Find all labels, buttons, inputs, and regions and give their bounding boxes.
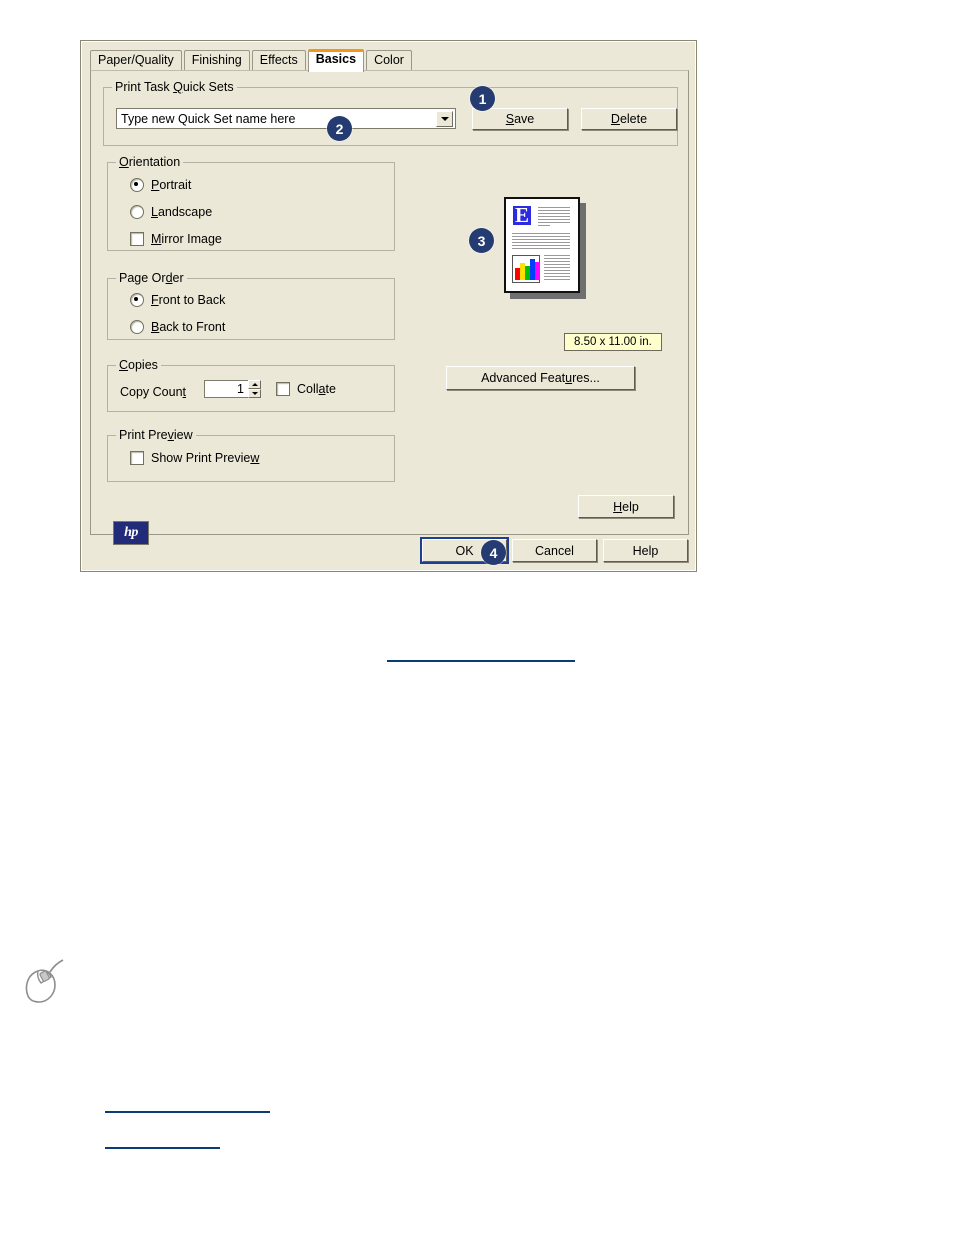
radio-indicator — [130, 320, 144, 334]
radio-indicator — [130, 293, 144, 307]
print-task-quick-sets-group: Print Task Quick Sets Type new Quick Set… — [103, 80, 678, 146]
tab-label: Finishing — [191, 53, 242, 67]
checkbox-show-print-preview-label: Show Print Preview — [151, 451, 260, 465]
tab-label: Basics — [315, 52, 357, 66]
radio-front-to-back-label: Front to Back — [151, 293, 226, 307]
help-button[interactable]: Help — [603, 539, 688, 562]
tab-label: Effects — [259, 53, 298, 67]
thumbnail-bar-chart — [512, 255, 540, 283]
quick-set-name-combo[interactable]: Type new Quick Set name here — [116, 108, 456, 129]
callout-badge-number: 3 — [477, 232, 486, 249]
spinner-down-icon[interactable] — [248, 389, 261, 398]
checkbox-indicator — [130, 232, 144, 246]
dialog-action-bar: 4 OK Cancel Help — [81, 537, 696, 573]
radio-front-to-back[interactable]: Front to Back — [130, 293, 225, 307]
tab-strip: Paper/Quality Finishing Effects Basics C… — [90, 49, 412, 72]
radio-portrait-label: Portrait — [151, 178, 192, 192]
radio-landscape[interactable]: Landscape — [130, 205, 212, 219]
tab-paper-quality[interactable]: Paper/Quality — [90, 50, 182, 71]
text-lines — [544, 255, 570, 282]
callout-badge-number: 4 — [489, 544, 498, 561]
chart-bar — [535, 261, 540, 280]
checkbox-show-print-preview[interactable]: Show Print Preview — [130, 451, 259, 465]
tab-basics[interactable]: Basics — [307, 49, 365, 72]
mouse-icon — [25, 959, 64, 1003]
copy-count-label: Copy Count — [120, 385, 187, 399]
save-button[interactable]: Save — [472, 108, 568, 130]
spinner-up-icon[interactable] — [248, 380, 261, 389]
tab-label: Color — [374, 53, 404, 67]
page-order-group-title: Page Order — [116, 271, 187, 285]
checkbox-mirror-image[interactable]: Mirror Image — [130, 232, 222, 246]
basics-tab-panel: Print Task Quick Sets Type new Quick Set… — [90, 70, 689, 545]
callout-badge-number: 1 — [478, 90, 487, 107]
checkbox-indicator — [276, 382, 290, 396]
checkbox-collate[interactable]: Collate — [276, 382, 336, 396]
panel-help-button[interactable]: Help — [578, 495, 674, 518]
tab-color[interactable]: Color — [366, 50, 412, 71]
radio-back-to-front[interactable]: Back to Front — [130, 320, 225, 334]
print-task-quick-sets-title: Print Task Quick Sets — [112, 80, 237, 94]
tab-effects[interactable]: Effects — [251, 50, 306, 71]
checkbox-collate-label: Collate — [297, 382, 336, 396]
copies-group: Copies Copy Count 1 Collate — [107, 358, 395, 412]
print-preview-group-title: Print Preview — [116, 428, 196, 442]
hyperlink-rule[interactable] — [387, 660, 575, 662]
radio-landscape-label: Landscape — [151, 205, 213, 219]
text-lines — [538, 225, 550, 228]
tab-finishing[interactable]: Finishing — [183, 50, 250, 71]
orientation-group: Orientation Portrait Landscape Mirror Im… — [107, 155, 395, 251]
callout-badge-1: 1 — [470, 86, 495, 111]
radio-portrait[interactable]: Portrait — [130, 178, 191, 192]
delete-button[interactable]: Delete — [581, 108, 677, 130]
copy-count-stepper[interactable]: 1 — [204, 380, 261, 398]
callout-badge-number: 2 — [335, 120, 344, 137]
copy-count-value[interactable]: 1 — [204, 380, 248, 398]
printer-properties-dialog: Paper/Quality Finishing Effects Basics C… — [80, 40, 697, 572]
print-preview-group: Print Preview Show Print Preview — [107, 428, 395, 482]
orientation-group-title: Orientation — [116, 155, 184, 169]
copies-group-title: Copies — [116, 358, 161, 372]
tab-label: Paper/Quality — [98, 53, 174, 67]
callout-badge-4: 4 — [481, 540, 506, 565]
checkbox-indicator — [130, 451, 144, 465]
advanced-features-button[interactable]: Advanced Feat u res... — [446, 366, 635, 390]
chevron-down-icon[interactable] — [436, 110, 453, 127]
callout-badge-3: 3 — [469, 228, 494, 253]
callout-badge-2: 2 — [327, 116, 352, 141]
radio-indicator — [130, 178, 144, 192]
text-lines — [512, 233, 570, 250]
page-sheet: E — [504, 197, 580, 293]
page-order-group: Page Order Front to Back Back to Front — [107, 271, 395, 340]
cancel-button[interactable]: Cancel — [512, 539, 597, 562]
hyperlink-rule[interactable] — [105, 1147, 220, 1149]
radio-back-to-front-label: Back to Front — [151, 320, 226, 334]
page-size-label: 8.50 x 11.00 in. — [564, 333, 662, 351]
checkbox-mirror-image-label: Mirror Image — [151, 232, 222, 246]
radio-indicator — [130, 205, 144, 219]
quick-set-name-value: Type new Quick Set name here — [121, 111, 296, 126]
document-letter: E — [513, 203, 532, 227]
page-preview: E 8.50 x 11.00 in. — [496, 193, 676, 351]
text-lines — [538, 207, 570, 223]
hyperlink-rule[interactable] — [105, 1111, 270, 1113]
